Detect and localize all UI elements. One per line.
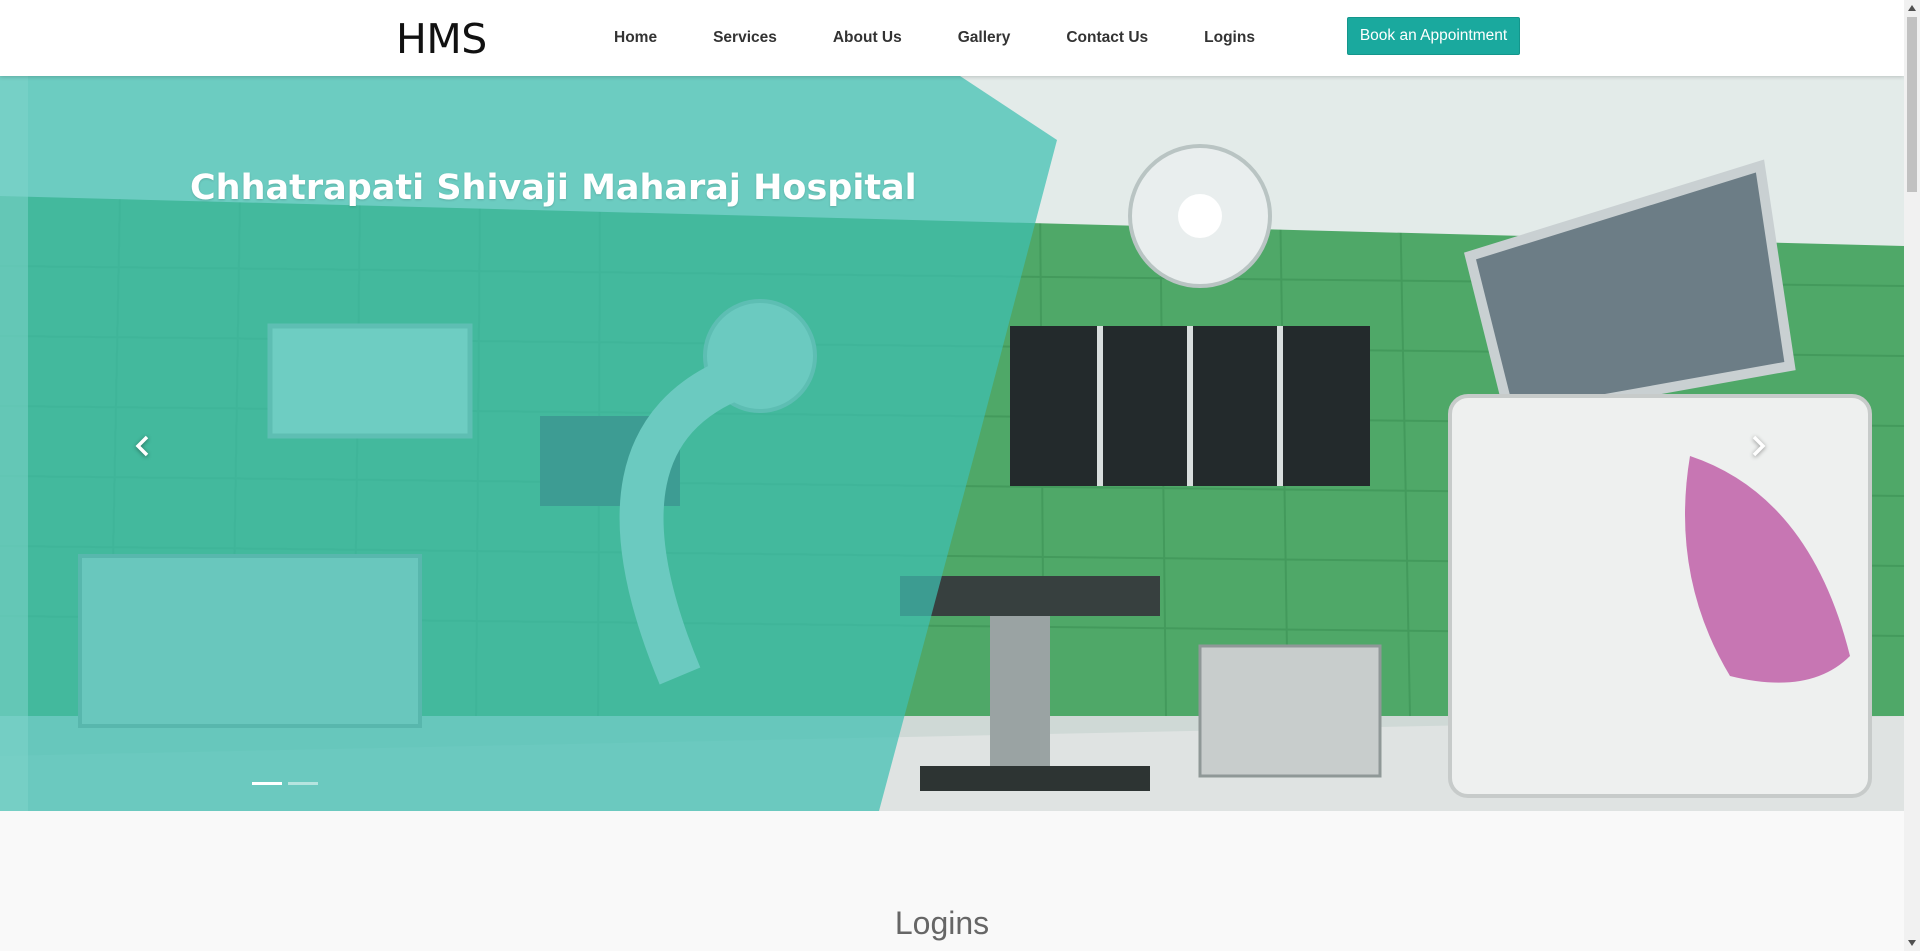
hero-title: Chhatrapati Shivaji Maharaj Hospital — [190, 168, 917, 208]
carousel-indicator-2[interactable] — [288, 782, 318, 785]
top-navbar: HMS Home Services About Us Gallery Conta… — [0, 0, 1904, 76]
nav-link-home[interactable]: Home — [586, 0, 685, 76]
nav-link-contact-us[interactable]: Contact Us — [1038, 0, 1176, 76]
nav-link-logins[interactable]: Logins — [1176, 0, 1283, 76]
scroll-up-arrow-icon[interactable] — [1904, 0, 1920, 16]
chevron-left-icon — [135, 435, 149, 457]
main-nav: Home Services About Us Gallery Contact U… — [586, 0, 1283, 76]
chevron-right-icon — [1752, 435, 1766, 457]
book-appointment-button[interactable]: Book an Appointment — [1347, 17, 1520, 55]
page: HMS Home Services About Us Gallery Conta… — [0, 0, 1904, 951]
hero-carousel: Chhatrapati Shivaji Maharaj Hospital — [0, 76, 1904, 811]
scrollbar-thumb[interactable] — [1907, 17, 1917, 192]
scroll-down-arrow-icon[interactable] — [1904, 935, 1920, 951]
brand-logo[interactable]: HMS — [396, 14, 487, 64]
carousel-next-button[interactable] — [1729, 416, 1789, 476]
carousel-indicator-1[interactable] — [252, 782, 282, 785]
logins-section-heading: Logins — [894, 905, 990, 941]
nav-link-services[interactable]: Services — [685, 0, 805, 76]
carousel-indicators — [252, 782, 318, 785]
carousel-prev-button[interactable] — [112, 416, 172, 476]
nav-link-about-us[interactable]: About Us — [805, 0, 930, 76]
nav-link-gallery[interactable]: Gallery — [930, 0, 1039, 76]
page-scrollbar[interactable] — [1904, 0, 1920, 951]
